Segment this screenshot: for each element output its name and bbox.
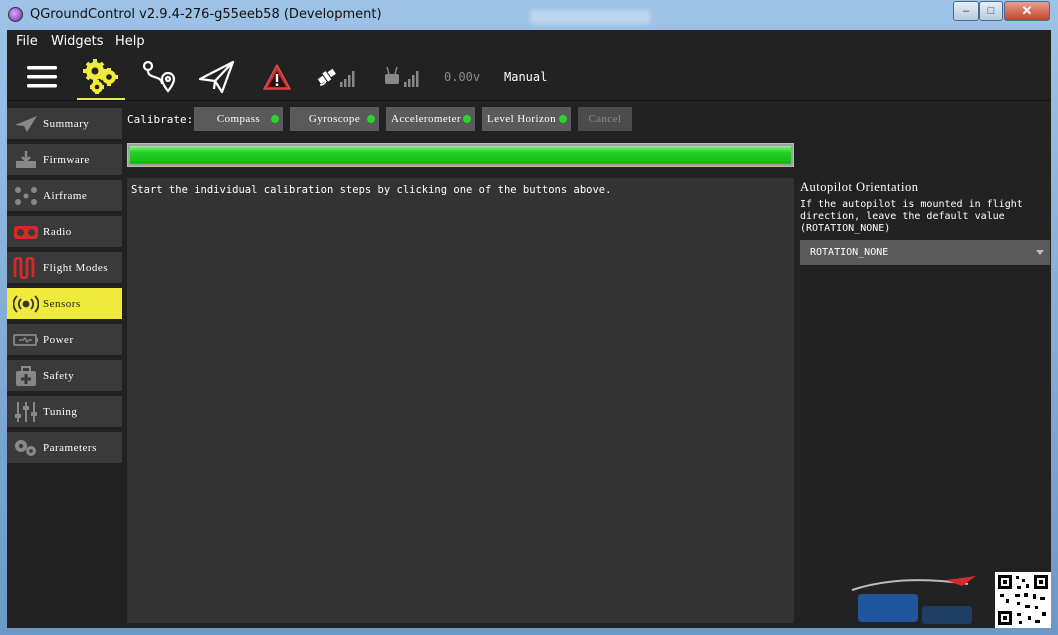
cancel-button-label: Cancel [588,113,622,125]
sidebar-item-parameters[interactable]: Parameters [7,432,122,463]
sidebar-item-label: Airframe [43,189,88,202]
qgc-app-icon [8,7,23,22]
level-horizon-calibrate-button[interactable]: Level Horizon [482,107,571,131]
battery-voltage[interactable]: 0.00v [444,70,480,84]
level-horizon-button-label: Level Horizon [487,113,557,125]
tuning-icon [12,401,40,423]
plane-icon [12,113,40,135]
menu-file[interactable]: File [16,34,38,49]
calibration-progress-bar [127,143,794,167]
sidebar-item-firmware[interactable]: Firmware [7,144,122,175]
flight-modes-icon [12,256,40,279]
power-icon [12,329,40,351]
menu-icon[interactable] [25,62,59,92]
rc-signal-icon[interactable] [381,64,425,90]
radio-icon [12,221,40,243]
parameters-icon [12,437,40,459]
autopilot-orientation-description: If the autopilot is mounted in flight di… [800,199,1023,234]
chevron-down-icon [1036,250,1044,255]
cancel-button[interactable]: Cancel [578,107,632,131]
sidebar-item-label: Summary [43,117,90,130]
menu-bar: File Widgets Help [7,30,1051,52]
sidebar-item-label: Firmware [43,153,90,166]
gears-icon[interactable] [79,56,123,96]
plan-icon[interactable] [139,58,179,96]
sidebar-item-label: Power [43,333,74,346]
toolbar: 0.00v Manual [7,52,1051,101]
sidebar-item-label: Flight Modes [43,261,108,274]
qr-code-image [995,572,1051,628]
accelerometer-status-dot [463,115,471,123]
gyroscope-status-dot [367,115,375,123]
calibrate-label: Calibrate: [127,113,194,126]
sidebar-item-radio[interactable]: Radio [7,216,122,247]
level-horizon-status-dot [559,115,567,123]
menu-widgets[interactable]: Widgets [51,34,104,49]
firmware-icon [12,149,40,171]
calibration-instruction-text: Start the individual calibration steps b… [131,184,612,196]
title-bar: QGroundControl v2.9.4-276-g55eeb58 (Deve… [0,0,1058,30]
accelerometer-calibrate-button[interactable]: Accelerometer [386,107,475,131]
sidebar-item-label: Radio [43,225,72,238]
sidebar-item-summary[interactable]: Summary [7,108,122,139]
sidebar-item-tuning[interactable]: Tuning [7,396,122,427]
fly-icon[interactable] [197,58,237,96]
minimize-button[interactable]: – [953,1,979,21]
compass-button-label: Compass [216,113,261,125]
sidebar-item-label: Sensors [43,297,81,310]
sidebar-item-label: Safety [43,369,75,382]
sidebar-item-label: Parameters [43,441,97,454]
menu-help[interactable]: Help [115,34,145,49]
safety-icon [12,365,40,387]
calibration-status-panel: Start the individual calibration steps b… [127,178,794,623]
gyroscope-calibrate-button[interactable]: Gyroscope [290,107,379,131]
sidebar-item-power[interactable]: Power [7,324,122,355]
app-window: QGroundControl v2.9.4-276-g55eeb58 (Deve… [0,0,1058,635]
sidebar-item-safety[interactable]: Safety [7,360,122,391]
orientation-select-value: ROTATION_NONE [810,247,889,258]
compass-calibrate-button[interactable]: Compass [194,107,283,131]
calibration-progress-fill [130,146,791,164]
sidebar-item-airframe[interactable]: Airframe [7,180,122,211]
sidebar-item-sensors[interactable]: Sensors [7,288,122,319]
gps-icon[interactable] [315,64,359,90]
orientation-select[interactable]: ROTATION_NONE [800,240,1050,265]
toolbar-divider [7,100,1051,101]
compass-status-dot [271,115,279,123]
sidebar-item-flight-modes[interactable]: Flight Modes [7,252,122,283]
title-bar-glare [530,10,650,24]
watermark-logo [850,572,980,628]
maximize-button[interactable]: □ [979,1,1003,21]
qgc-main-area: File Widgets Help 0.00v Manual Summary F… [7,30,1051,628]
autopilot-orientation-title: Autopilot Orientation [800,180,919,194]
accelerometer-button-label: Accelerometer [391,113,461,125]
warning-icon[interactable] [261,62,293,92]
sidebar-item-label: Tuning [43,405,78,418]
window-title: QGroundControl v2.9.4-276-g55eeb58 (Deve… [30,7,382,22]
close-button[interactable]: ✕ [1004,1,1050,21]
flight-mode[interactable]: Manual [504,70,547,84]
gyroscope-button-label: Gyroscope [308,113,361,125]
sensors-icon [12,293,40,315]
airframe-icon [12,185,40,207]
sensors-panel: Calibrate: Compass Gyroscope Acceleromet… [127,105,1051,625]
